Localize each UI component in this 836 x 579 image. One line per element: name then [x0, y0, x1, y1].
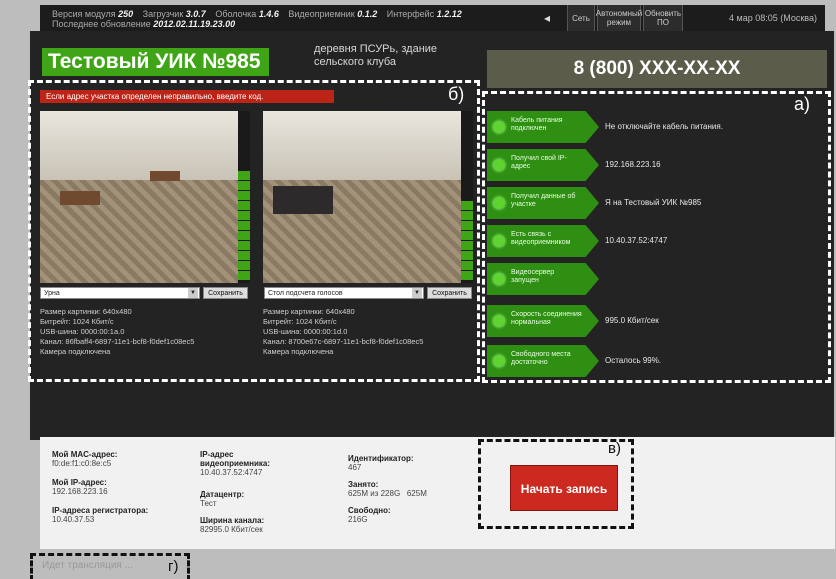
network-button[interactable]: Сеть [567, 5, 595, 31]
hotline-phone: 8 (800) XXX-XX-XX [487, 50, 827, 88]
disk-free-label: Свободно: [348, 506, 391, 515]
shell-label: Оболочка [215, 9, 257, 19]
datacenter: Датацентр: Тест [200, 490, 244, 508]
ip-address: Мой IP-адрес: 192.168.223.16 [52, 478, 108, 496]
datacenter-label: Датацентр: [200, 490, 245, 499]
datetime: 4 мар 08:05 (Москва) [729, 13, 817, 23]
last-update-label: Последнее обновление [52, 19, 151, 29]
bandwidth-value: 82995.0 Кбит/сек [200, 525, 263, 534]
datacenter-value: Тест [200, 499, 217, 508]
mac-address-value: f0:de:f1:c0:8e:c5 [52, 459, 112, 468]
shell-value: 1.4.6 [258, 9, 279, 19]
version-value: 250 [118, 9, 134, 19]
version-label: Версия модуля [52, 9, 116, 19]
identifier: Идентификатор: 467 [348, 454, 414, 472]
receiver-address-label: IP-адрес видеоприемника: [200, 450, 271, 468]
receiver-address-value: 10.40.37.52:4747 [200, 468, 263, 477]
last-update-value: 2012.02.11.19.23.00 [153, 19, 236, 29]
offline-mode-button[interactable]: Автономный режим [596, 5, 642, 31]
registrar-address: IP-адреса регистратора: 10.40.37.53 [52, 506, 148, 524]
annotation-frame-g [30, 553, 190, 579]
registrar-address-label: IP-адреса регистратора: [52, 506, 149, 515]
receiver-address: IP-адрес видеоприемника: 10.40.37.52:4747 [200, 450, 295, 477]
registrar-address-value: 10.40.37.53 [52, 515, 95, 524]
collapse-arrow-icon[interactable]: ◂ [544, 11, 550, 25]
mac-address: Мой MAC-адрес: f0:de:f1:c0:8e:c5 [52, 450, 117, 468]
interface-label: Интерфейс [386, 9, 435, 19]
annotation-frame-a [482, 91, 831, 383]
annotation-label-v: в) [608, 440, 621, 457]
page-title: Тестовый УИК №985 [42, 48, 269, 76]
annotation-label-b: б) [448, 84, 465, 104]
bandwidth-label: Ширина канала: [200, 516, 265, 525]
firmware-label: Загрузчик [142, 9, 184, 19]
ip-address-label: Мой IP-адрес: [52, 478, 107, 487]
disk-used: Занято: 625M из 228G 625M [348, 480, 427, 498]
receiver-value: 0.1.2 [357, 9, 378, 19]
disk-used-value: 625M из 228G [348, 489, 401, 498]
polling-place: деревня ПСУРь, здание сельского клуба [314, 43, 438, 68]
identifier-value: 467 [348, 463, 362, 472]
disk-free-value: 216G [348, 515, 368, 524]
bottom-panel [40, 437, 835, 549]
firmware-value: 3.0.7 [185, 9, 206, 19]
top-info-bar: Версия модуля 250 Загрузчик 3.0.7 Оболоч… [40, 5, 825, 31]
receiver-label: Видеоприемник [288, 9, 355, 19]
mac-address-label: Мой MAC-адрес: [52, 450, 118, 459]
annotation-label-a: а) [794, 94, 811, 114]
interface-value: 1.2.12 [436, 9, 462, 19]
ip-address-value: 192.168.223.16 [52, 487, 108, 496]
update-button[interactable]: Обновить ПО [643, 5, 683, 31]
disk-used-extra: 625M [406, 489, 427, 498]
disk-used-label: Занято: [348, 480, 379, 489]
version-info: Версия модуля 250 Загрузчик 3.0.7 Оболоч… [52, 9, 469, 29]
disk-free: Свободно: 216G [348, 506, 391, 524]
bandwidth: Ширина канала: 82995.0 Кбит/сек [200, 516, 264, 534]
identifier-label: Идентификатор: [348, 454, 414, 463]
annotation-label-g: г) [168, 558, 179, 575]
annotation-frame-b [28, 80, 480, 382]
